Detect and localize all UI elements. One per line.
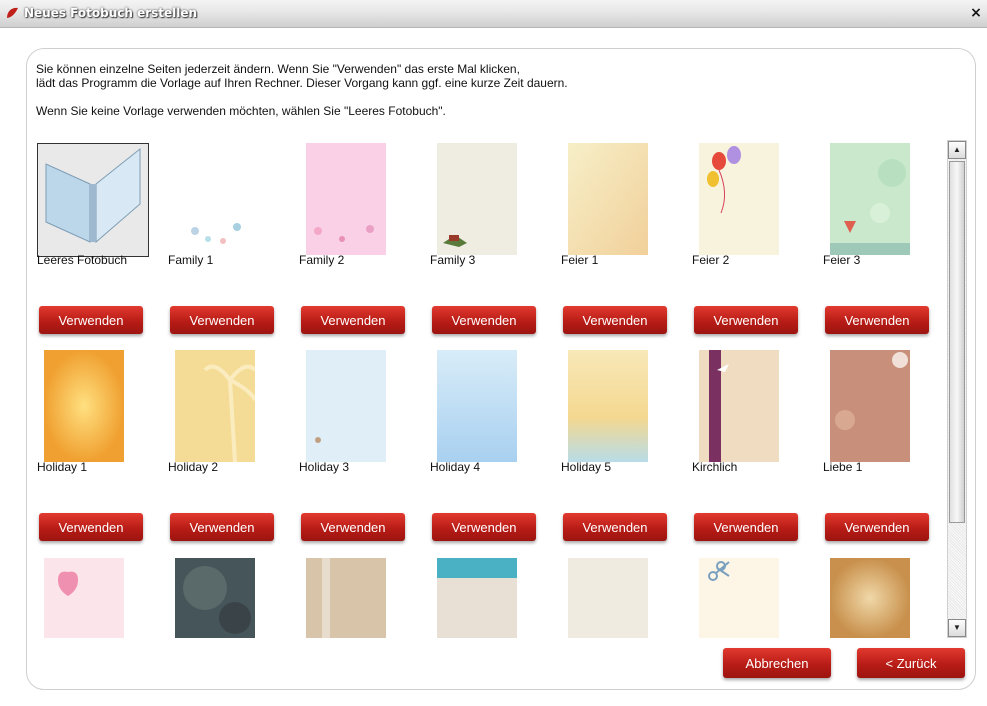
template-grid: Leeres Fotobuch Verwenden Family 1 Verwende…	[26, 140, 946, 640]
use-template-button[interactable]: Verwenden	[39, 306, 143, 334]
use-template-button[interactable]: Verwenden	[563, 306, 667, 334]
use-template-button[interactable]: Verwenden	[432, 513, 536, 541]
template-label: Holiday 4	[430, 460, 481, 474]
template-thumbnail[interactable]	[44, 350, 124, 462]
scroll-up-arrow-icon[interactable]: ▲	[948, 141, 966, 159]
use-template-button[interactable]: Verwenden	[301, 513, 405, 541]
intro-line-3: Wenn Sie keine Vorlage verwenden möchten…	[36, 104, 446, 118]
template-thumbnail[interactable]	[699, 350, 779, 462]
intro-line-2: lädt das Programm die Vorlage auf Ihren …	[36, 76, 568, 90]
use-template-button[interactable]: Verwenden	[694, 513, 798, 541]
template-thumbnail[interactable]	[830, 558, 910, 638]
template-thumbnail[interactable]	[44, 558, 124, 638]
template-label: Holiday 3	[299, 460, 350, 474]
template-thumbnail[interactable]	[830, 350, 910, 462]
template-thumbnail[interactable]	[437, 558, 517, 638]
template-label: Feier 3	[823, 253, 861, 267]
title-bar: Neues Fotobuch erstellen ×	[0, 0, 987, 28]
template-thumbnail[interactable]	[306, 350, 386, 462]
use-template-button[interactable]: Verwenden	[170, 306, 274, 334]
template-label: Family 2	[299, 253, 345, 267]
template-label: Family 1	[168, 253, 214, 267]
scrollbar-thumb[interactable]	[949, 161, 965, 523]
template-thumbnail[interactable]	[175, 143, 255, 255]
use-template-button[interactable]: Verwenden	[563, 513, 667, 541]
use-template-button[interactable]: Verwenden	[39, 513, 143, 541]
app-logo-icon	[7, 7, 18, 18]
back-button[interactable]: < Zurück	[857, 648, 965, 678]
template-thumbnail[interactable]	[568, 558, 648, 638]
template-thumbnail[interactable]	[306, 558, 386, 638]
scroll-down-arrow-icon[interactable]: ▼	[948, 619, 966, 637]
template-label: Family 3	[430, 253, 476, 267]
window-title: Neues Fotobuch erstellen	[24, 6, 198, 20]
use-template-button[interactable]: Verwenden	[694, 306, 798, 334]
template-label: Leeres Fotobuch	[37, 253, 128, 267]
template-label: Holiday 1	[37, 460, 88, 474]
use-template-button[interactable]: Verwenden	[170, 513, 274, 541]
use-template-button[interactable]: Verwenden	[825, 306, 929, 334]
intro-line-1: Sie können einzelne Seiten jederzeit änd…	[36, 62, 520, 76]
template-label: Kirchlich	[692, 460, 738, 474]
intro-text: Sie können einzelne Seiten jederzeit änd…	[36, 62, 916, 118]
template-thumbnail[interactable]	[568, 350, 648, 462]
template-thumbnail[interactable]	[699, 143, 779, 255]
template-label: Feier 1	[561, 253, 599, 267]
cancel-button[interactable]: Abbrechen	[723, 648, 831, 678]
template-thumbnail[interactable]	[830, 143, 910, 255]
template-thumbnail[interactable]	[437, 350, 517, 462]
use-template-button[interactable]: Verwenden	[432, 306, 536, 334]
template-label: Liebe 1	[823, 460, 863, 474]
template-thumbnail[interactable]	[699, 558, 779, 638]
use-template-button[interactable]: Verwenden	[825, 513, 929, 541]
template-thumbnail[interactable]	[437, 143, 517, 255]
template-thumbnail[interactable]	[37, 143, 149, 257]
template-thumbnail[interactable]	[306, 143, 386, 255]
close-icon[interactable]: ×	[969, 6, 983, 20]
template-label: Holiday 5	[561, 460, 612, 474]
template-label: Feier 2	[692, 253, 730, 267]
template-thumbnail[interactable]	[175, 350, 257, 463]
use-template-button[interactable]: Verwenden	[301, 306, 405, 334]
vertical-scrollbar[interactable]: ▲ ▼	[947, 140, 967, 638]
template-thumbnail[interactable]	[568, 143, 648, 255]
template-thumbnail[interactable]	[175, 558, 255, 638]
template-label: Holiday 2	[168, 460, 219, 474]
